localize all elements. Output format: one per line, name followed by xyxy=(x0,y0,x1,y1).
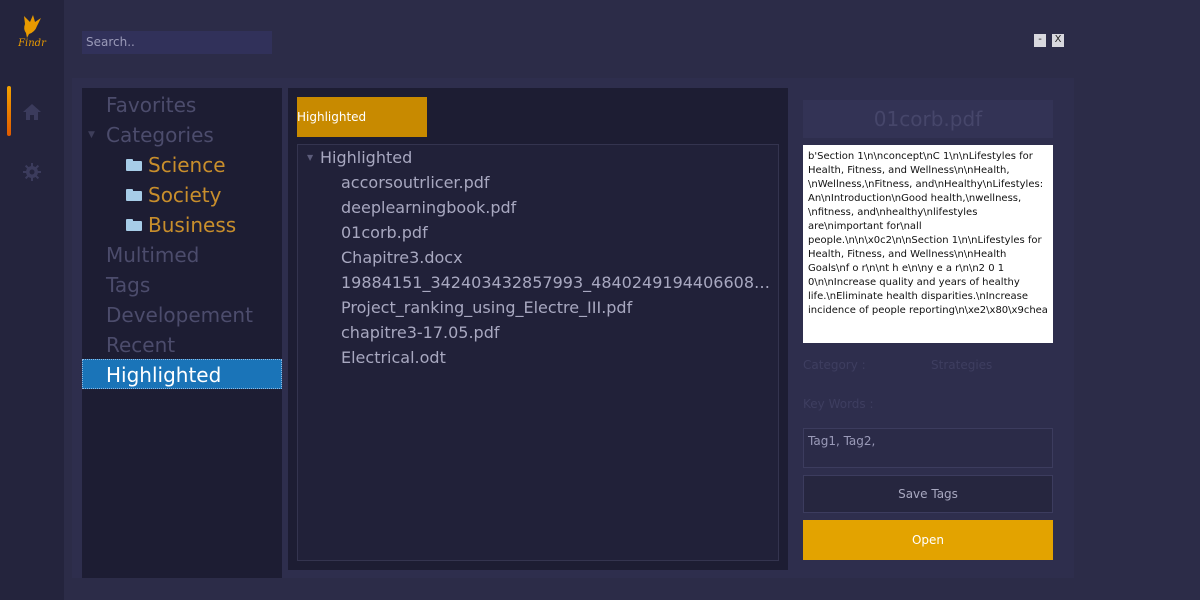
sidebar-item-society[interactable]: Society xyxy=(82,180,282,210)
close-button[interactable]: X xyxy=(1052,34,1064,47)
save-tags-button[interactable]: Save Tags xyxy=(803,475,1053,513)
file-item[interactable]: Project_ranking_using_Electre_III.pdf xyxy=(341,297,777,319)
file-content-preview: b'Section 1\n\nconcept\nC 1\n\nLifestyle… xyxy=(803,145,1053,343)
home-icon xyxy=(23,104,41,120)
settings-button[interactable] xyxy=(10,150,54,194)
sidebar-item-label: Categories xyxy=(106,123,214,147)
sidebar-item-label: Favorites xyxy=(106,93,197,117)
open-button[interactable]: Open xyxy=(803,520,1053,560)
tab-highlighted[interactable]: Highlighted xyxy=(297,97,427,137)
file-title: 01corb.pdf xyxy=(803,100,1053,138)
keywords-label: Key Words : xyxy=(803,397,874,411)
tags-input[interactable]: Tag1, Tag2, xyxy=(803,428,1053,468)
file-item[interactable]: accorsoutrlicer.pdf xyxy=(341,172,777,194)
active-indicator xyxy=(7,86,11,136)
file-item[interactable]: 01corb.pdf xyxy=(341,222,777,244)
sidebar-item-favorites[interactable]: Favorites xyxy=(82,90,282,120)
folder-icon xyxy=(126,159,142,171)
sidebar-item-science[interactable]: Science xyxy=(82,150,282,180)
sidebar-item-tags[interactable]: Tags xyxy=(82,270,282,300)
sidebar-item-multimed[interactable]: Multimed xyxy=(82,240,282,270)
collapse-arrow-icon: ▼ xyxy=(307,153,314,162)
app-logo: Findr xyxy=(14,12,50,60)
left-rail: Findr xyxy=(0,0,64,600)
folder-icon xyxy=(126,189,142,201)
sidebar-item-recent[interactable]: Recent xyxy=(82,330,282,360)
sidebar-item-label: Tags xyxy=(106,273,151,297)
file-item[interactable]: 19884151_342403432857993_484024919440660… xyxy=(341,272,777,294)
file-tree: ▼ Highlighted accorsoutrlicer.pdf deeple… xyxy=(297,144,779,561)
sidebar-item-label: Business xyxy=(148,213,237,237)
file-item[interactable]: Chapitre3.docx xyxy=(341,247,777,269)
sidebar-item-label: Society xyxy=(148,183,222,207)
file-item[interactable]: Electrical.odt xyxy=(341,347,777,369)
category-value[interactable]: Strategies xyxy=(931,358,992,372)
logo-text: Findr xyxy=(18,38,46,49)
sidebar-item-label: Multimed xyxy=(106,243,200,267)
file-item[interactable]: deeplearningbook.pdf xyxy=(341,197,777,219)
tree-root-highlighted[interactable]: Highlighted xyxy=(320,147,412,169)
sidebar-item-developement[interactable]: Developement xyxy=(82,300,282,330)
category-sidebar: Favorites ▼ Categories Science Society B… xyxy=(82,88,282,578)
file-item[interactable]: chapitre3-17.05.pdf xyxy=(341,322,777,344)
collapse-arrow-icon: ▼ xyxy=(88,130,95,140)
sidebar-item-categories[interactable]: ▼ Categories xyxy=(82,120,282,150)
sidebar-item-business[interactable]: Business xyxy=(82,210,282,240)
sidebar-item-label: Highlighted xyxy=(106,363,222,387)
bird-logo-icon xyxy=(24,15,41,38)
minimize-button[interactable]: - xyxy=(1034,34,1046,47)
sidebar-item-highlighted[interactable]: Highlighted xyxy=(82,359,282,389)
home-button[interactable] xyxy=(7,86,54,136)
sidebar-item-label: Science xyxy=(148,153,226,177)
folder-icon xyxy=(126,219,142,231)
gear-icon xyxy=(23,163,41,181)
sidebar-item-label: Developement xyxy=(106,303,253,327)
search-input[interactable]: Search.. xyxy=(82,31,272,54)
sidebar-item-label: Recent xyxy=(106,333,176,357)
category-label: Category : xyxy=(803,358,866,372)
